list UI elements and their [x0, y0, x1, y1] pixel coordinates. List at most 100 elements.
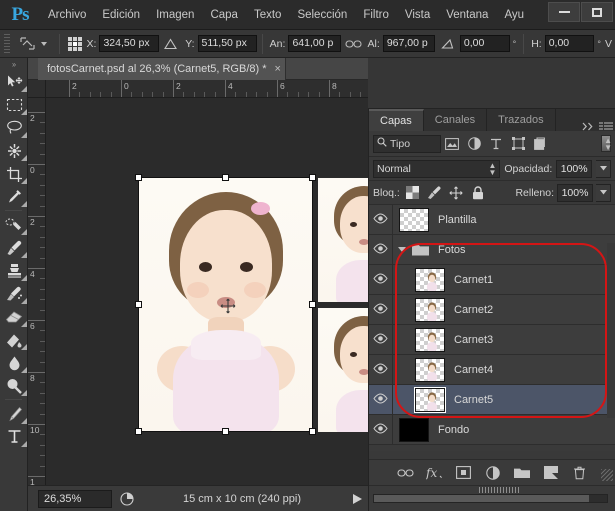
opacity-chevron-down-icon[interactable]: [596, 159, 611, 178]
eyedropper-tool-icon[interactable]: [0, 185, 28, 208]
layer-thumbnail[interactable]: [399, 207, 429, 232]
layer-thumbnail[interactable]: [415, 267, 445, 292]
layer-thumbnail[interactable]: [399, 417, 429, 442]
layer-row[interactable]: Carnet5: [369, 384, 615, 415]
layer-row[interactable]: Carnet4: [369, 354, 615, 385]
fill-chevron-down-icon[interactable]: [596, 183, 611, 202]
menu-texto[interactable]: Texto: [246, 0, 290, 30]
lock-image-pixels-icon[interactable]: [425, 183, 444, 202]
updown-stepper-icon[interactable]: ▲ ▼: [488, 161, 496, 176]
layer-visibility-toggle[interactable]: [369, 324, 393, 355]
transform-handle-top-center[interactable]: [221, 174, 229, 181]
canvas-area[interactable]: [46, 98, 368, 485]
width-input[interactable]: 641,00 p: [288, 35, 341, 52]
y-input[interactable]: 511,50 px: [197, 35, 257, 52]
move-tool-icon[interactable]: [16, 33, 41, 55]
tab-canales[interactable]: Canales: [423, 109, 488, 131]
eraser-tool-icon[interactable]: [0, 305, 28, 328]
layer-row[interactable]: Fondo: [369, 414, 615, 445]
tab-trazados[interactable]: Trazados: [487, 109, 556, 131]
transform-handle-middle-right[interactable]: [309, 300, 316, 308]
canvas-photo-right-bottom[interactable]: [318, 308, 368, 432]
transform-handle-bottom-right[interactable]: [309, 428, 316, 435]
lock-position-icon[interactable]: [447, 183, 466, 202]
filter-type-icon[interactable]: [485, 134, 507, 154]
layer-row[interactable]: Carnet1: [369, 264, 615, 295]
crop-tool-icon[interactable]: [0, 162, 28, 185]
tool-preset-chevron-down-icon[interactable]: [41, 41, 48, 46]
horizontal-scrollbar[interactable]: [373, 487, 608, 503]
opacity-input[interactable]: 100%: [556, 159, 593, 178]
transform-handle-bottom-left[interactable]: [135, 428, 142, 435]
transform-handle-top-left[interactable]: [135, 174, 142, 181]
layer-row[interactable]: Plantilla: [369, 205, 615, 235]
link-chain-icon[interactable]: [341, 33, 366, 55]
tab-capas[interactable]: Capas: [369, 109, 424, 131]
group-expand-chevron-down-icon[interactable]: [398, 247, 406, 252]
blend-mode-select[interactable]: Normal ▲ ▼: [373, 159, 501, 178]
delete-layer-button[interactable]: [571, 464, 588, 481]
dodge-tool-icon[interactable]: [0, 374, 28, 397]
rotate-input[interactable]: 0,00: [459, 35, 510, 52]
brush-tool-icon[interactable]: [0, 236, 28, 259]
panel-menu-icon[interactable]: [597, 121, 615, 131]
layer-visibility-toggle[interactable]: [369, 264, 393, 295]
layer-thumbnail[interactable]: [415, 357, 445, 382]
layer-list[interactable]: Plantilla Fotos Carnet1 Carnet2 Carnet3 Carne…: [369, 205, 615, 451]
menu-archivo[interactable]: Archivo: [40, 0, 94, 30]
minimize-button[interactable]: [548, 2, 580, 22]
gradient-tool-icon[interactable]: [0, 328, 28, 351]
menu-ventana[interactable]: Ventana: [438, 0, 496, 30]
layer-visibility-toggle[interactable]: [369, 384, 393, 415]
skew-h-input[interactable]: 0,00: [544, 35, 595, 52]
menu-filtro[interactable]: Filtro: [355, 0, 397, 30]
healing-brush-tool-icon[interactable]: [0, 213, 28, 236]
lasso-tool-icon[interactable]: [0, 116, 28, 139]
delta-triangle-icon[interactable]: [159, 33, 184, 55]
height-input[interactable]: 967,00 p: [382, 35, 436, 52]
layer-mask-button[interactable]: [455, 464, 472, 481]
layer-thumbnail[interactable]: [415, 297, 445, 322]
layer-style-button[interactable]: fx: [426, 464, 443, 481]
magic-wand-tool-icon[interactable]: [0, 139, 28, 162]
layer-visibility-toggle[interactable]: [369, 205, 393, 235]
transform-handle-top-right[interactable]: [309, 174, 316, 181]
scrollbar-thumb[interactable]: [374, 495, 589, 502]
toolbox-grip[interactable]: ››: [0, 58, 27, 70]
filter-type-select[interactable]: Tipo ▲ ▼: [373, 134, 612, 153]
new-group-button[interactable]: [513, 464, 530, 481]
menu-imagen[interactable]: Imagen: [148, 0, 202, 30]
panel-resize-grip[interactable]: [601, 469, 613, 481]
menu-vista[interactable]: Vista: [397, 0, 438, 30]
close-icon[interactable]: ×: [275, 63, 281, 75]
filter-smartobject-icon[interactable]: [529, 134, 551, 154]
filter-shape-icon[interactable]: [507, 134, 529, 154]
canvas-photo-right-top[interactable]: [318, 178, 368, 302]
move-tool-icon[interactable]: [0, 70, 28, 93]
transform-handle-middle-left[interactable]: [135, 300, 142, 308]
layer-thumbnail[interactable]: [415, 327, 445, 352]
pen-tool-icon[interactable]: [0, 402, 28, 425]
fill-input[interactable]: 100%: [557, 183, 593, 202]
layer-visibility-toggle[interactable]: [369, 294, 393, 325]
adjustment-layer-button[interactable]: [484, 464, 501, 481]
document-info-icon[interactable]: [116, 491, 138, 506]
filter-pixel-icon[interactable]: [441, 134, 463, 154]
lock-transparent-pixels-icon[interactable]: [403, 183, 422, 202]
play-arrow-icon[interactable]: [346, 493, 368, 505]
new-layer-button[interactable]: [542, 464, 559, 481]
layer-row[interactable]: Carnet3: [369, 324, 615, 355]
link-layers-button[interactable]: [397, 464, 414, 481]
menu-edicion[interactable]: Edición: [94, 0, 148, 30]
horizontal-ruler[interactable]: 2 0 2 4 6 8: [46, 80, 368, 98]
menu-seleccion[interactable]: Selección: [289, 0, 355, 30]
layer-thumbnail[interactable]: [414, 386, 446, 413]
x-input[interactable]: 324,50 px: [99, 35, 159, 52]
document-tab[interactable]: fotosCarnet.psd al 26,3% (Carnet5, RGB/8…: [38, 58, 286, 80]
type-tool-icon[interactable]: [0, 425, 28, 448]
vertical-ruler[interactable]: 2 0 2 4 6 8 10 1: [28, 98, 46, 485]
layer-visibility-toggle[interactable]: [369, 414, 393, 445]
updown-stepper-icon[interactable]: ▲ ▼: [604, 136, 612, 151]
menu-ayuda[interactable]: Ayu: [496, 0, 532, 30]
rectangular-marquee-tool-icon[interactable]: [0, 93, 28, 116]
